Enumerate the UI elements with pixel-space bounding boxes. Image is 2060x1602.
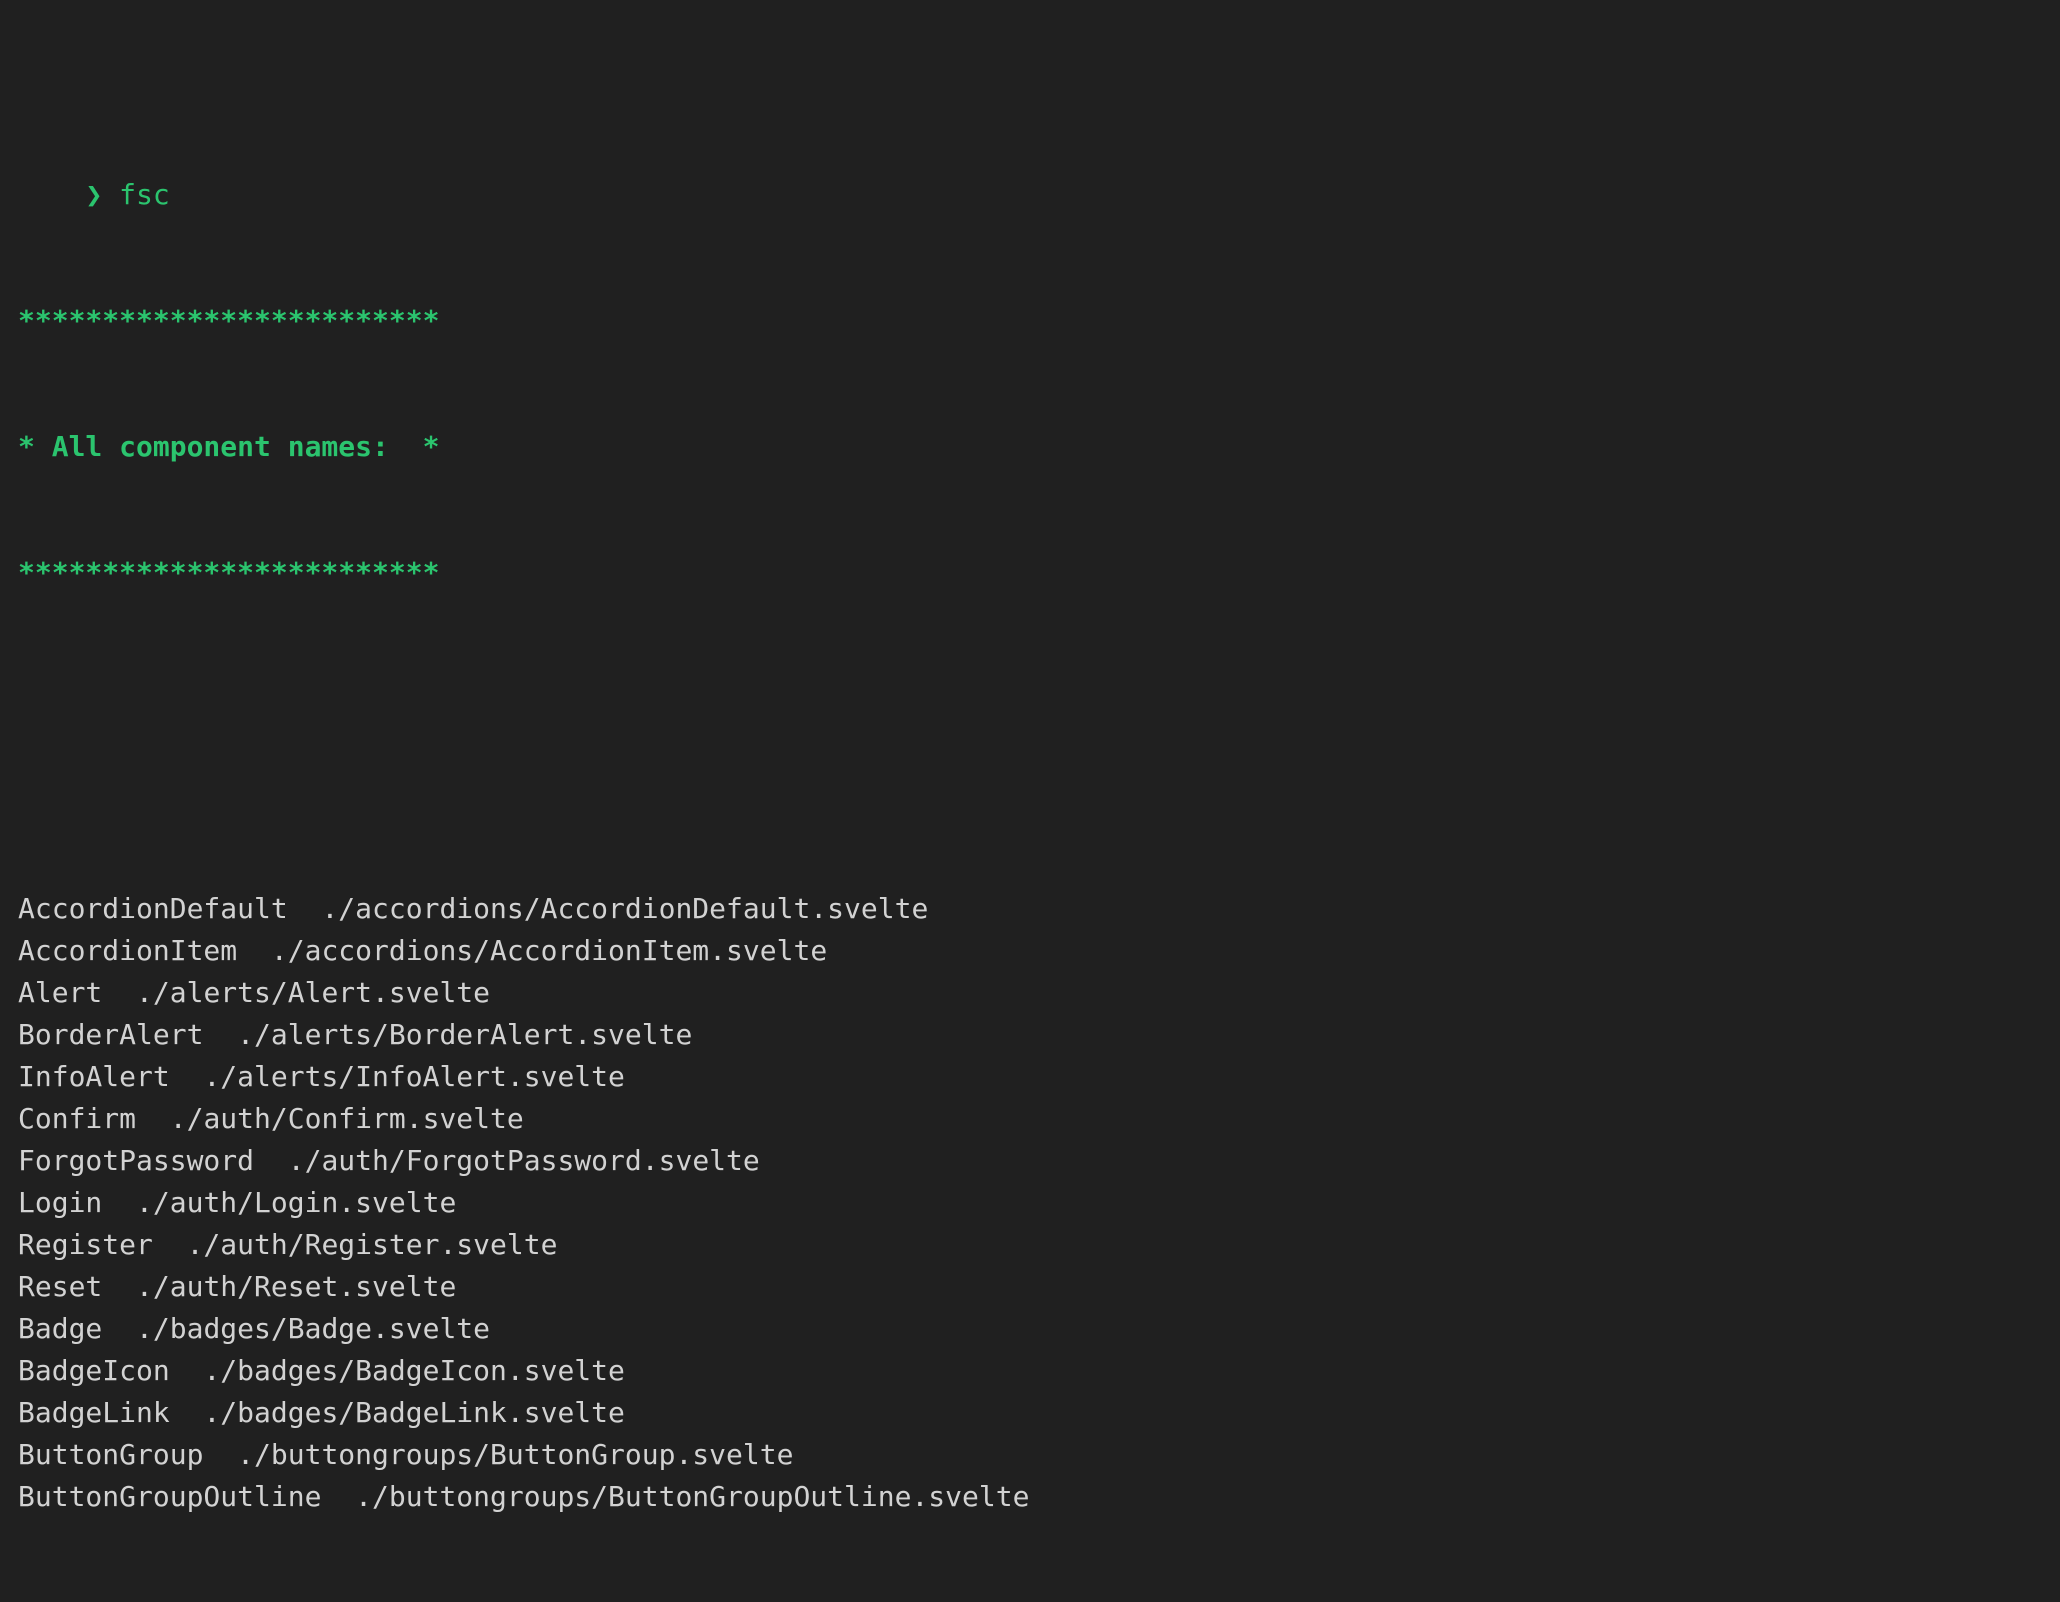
component-path: ./auth/ForgotPassword.svelte bbox=[287, 1144, 760, 1177]
component-path: ./auth/Reset.svelte bbox=[136, 1270, 457, 1303]
component-name: Badge bbox=[18, 1312, 103, 1345]
column-gap bbox=[102, 1270, 136, 1303]
component-path: ./buttongroups/ButtonGroupOutline.svelte bbox=[355, 1480, 1030, 1513]
component-name: ForgotPassword bbox=[18, 1144, 255, 1177]
component-row: BorderAlert ./alerts/BorderAlert.svelte bbox=[18, 1014, 2060, 1056]
column-gap bbox=[254, 1144, 288, 1177]
component-path: ./alerts/InfoAlert.svelte bbox=[203, 1060, 625, 1093]
component-name: BadgeLink bbox=[18, 1396, 170, 1429]
component-name: BorderAlert bbox=[18, 1018, 204, 1051]
component-row: Confirm ./auth/Confirm.svelte bbox=[18, 1098, 2060, 1140]
prompt-line: ❯ fsc bbox=[18, 132, 2060, 211]
component-name: ButtonGroupOutline bbox=[18, 1480, 322, 1513]
column-gap bbox=[170, 1354, 204, 1387]
component-row: AccordionItem ./accordions/AccordionItem… bbox=[18, 930, 2060, 972]
component-row: Login ./auth/Login.svelte bbox=[18, 1182, 2060, 1224]
component-path: ./alerts/BorderAlert.svelte bbox=[237, 1018, 693, 1051]
component-path: ./badges/BadgeLink.svelte bbox=[203, 1396, 625, 1429]
component-row: ButtonGroup ./buttongroups/ButtonGroup.s… bbox=[18, 1434, 2060, 1476]
column-gap bbox=[288, 892, 322, 925]
component-name: Login bbox=[18, 1186, 103, 1219]
component-path: ./alerts/Alert.svelte bbox=[136, 976, 491, 1009]
component-row: ForgotPassword ./auth/ForgotPassword.sve… bbox=[18, 1140, 2060, 1182]
column-gap bbox=[136, 1102, 170, 1135]
component-row: ButtonGroupOutline ./buttongroups/Button… bbox=[18, 1476, 2060, 1518]
column-gap bbox=[153, 1228, 187, 1261]
component-name: AccordionDefault bbox=[18, 892, 288, 925]
banner-title: * All component names: * bbox=[18, 430, 440, 463]
column-gap bbox=[102, 976, 136, 1009]
component-name: Alert bbox=[18, 976, 103, 1009]
prompt-chevron-icon: ❯ bbox=[85, 178, 103, 211]
component-path: ./auth/Confirm.svelte bbox=[169, 1102, 524, 1135]
component-path: ./buttongroups/ButtonGroup.svelte bbox=[237, 1438, 794, 1471]
component-list: AccordionDefault ./accordions/AccordionD… bbox=[18, 888, 2060, 1518]
component-name: Register bbox=[18, 1228, 153, 1261]
component-row: AccordionDefault ./accordions/AccordionD… bbox=[18, 888, 2060, 930]
component-path: ./accordions/AccordionDefault.svelte bbox=[321, 892, 929, 925]
component-name: ButtonGroup bbox=[18, 1438, 204, 1471]
column-gap bbox=[237, 934, 271, 967]
column-gap bbox=[321, 1480, 355, 1513]
column-gap bbox=[102, 1312, 136, 1345]
component-row: BadgeLink ./badges/BadgeLink.svelte bbox=[18, 1392, 2060, 1434]
component-name: BadgeIcon bbox=[18, 1354, 170, 1387]
terminal-window[interactable]: ❯ fsc ************************* * All co… bbox=[0, 0, 2060, 1513]
banner-bottom-rule: ************************* bbox=[18, 556, 440, 589]
prompt-spacer bbox=[102, 178, 119, 211]
component-row: Register ./auth/Register.svelte bbox=[18, 1224, 2060, 1266]
component-path: ./badges/BadgeIcon.svelte bbox=[203, 1354, 625, 1387]
component-name: InfoAlert bbox=[18, 1060, 170, 1093]
component-name: Reset bbox=[18, 1270, 103, 1303]
column-gap bbox=[102, 1186, 136, 1219]
component-row: Reset ./auth/Reset.svelte bbox=[18, 1266, 2060, 1308]
column-gap bbox=[203, 1438, 237, 1471]
component-name: AccordionItem bbox=[18, 934, 238, 967]
command-text: fsc bbox=[119, 178, 170, 211]
banner-top-rule: ************************* bbox=[18, 304, 440, 337]
component-row: Alert ./alerts/Alert.svelte bbox=[18, 972, 2060, 1014]
column-gap bbox=[170, 1060, 204, 1093]
component-name: Confirm bbox=[18, 1102, 137, 1135]
component-path: ./auth/Login.svelte bbox=[136, 1186, 457, 1219]
column-gap bbox=[170, 1396, 204, 1429]
component-row: BadgeIcon ./badges/BadgeIcon.svelte bbox=[18, 1350, 2060, 1392]
component-path: ./accordions/AccordionItem.svelte bbox=[270, 934, 828, 967]
component-path: ./badges/Badge.svelte bbox=[136, 1312, 491, 1345]
component-path: ./auth/Register.svelte bbox=[186, 1228, 558, 1261]
component-row: InfoAlert ./alerts/InfoAlert.svelte bbox=[18, 1056, 2060, 1098]
column-gap bbox=[203, 1018, 237, 1051]
component-row: Badge ./badges/Badge.svelte bbox=[18, 1308, 2060, 1350]
